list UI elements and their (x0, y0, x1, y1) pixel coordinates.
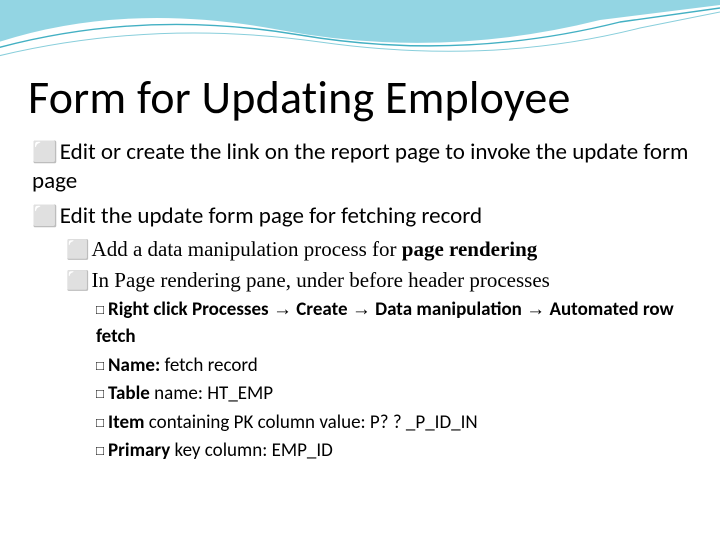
bullet-level3: □Primary key column: EMP_ID (96, 438, 692, 465)
bullet-level1: ⬜Edit or create the link on the report p… (32, 138, 692, 196)
bullet-text: Add a data manipulation process for (92, 237, 402, 261)
bullet-level2: ⬜In Page rendering pane, under before he… (66, 267, 692, 295)
bullet-level3: □Item containing PK column value: P? ? _… (96, 410, 692, 437)
small-square-bullet-icon: □ (96, 442, 104, 461)
small-square-bullet-icon: □ (96, 301, 104, 320)
small-square-bullet-icon: □ (96, 414, 104, 433)
square-bullet-icon: ⬜ (32, 140, 58, 166)
bold-text: page rendering (402, 237, 538, 261)
slide-content: Form for Updating Employee ⬜Edit or crea… (28, 70, 692, 467)
bullet-text: name: HT_EMP (154, 382, 273, 405)
small-square-bullet-icon: □ (96, 357, 104, 376)
bullet-text: Create (292, 298, 352, 321)
square-bullet-icon: ⬜ (66, 239, 90, 264)
bullet-text: Item (108, 411, 149, 434)
arrow-icon: → (352, 299, 371, 320)
bullet-text: fetch record (165, 354, 258, 377)
bullet-text: Table (108, 382, 154, 405)
arrow-icon: → (526, 299, 545, 320)
bullet-text: Data manipulation (371, 298, 526, 321)
arrow-icon: → (273, 299, 292, 320)
square-bullet-icon: ⬜ (66, 270, 90, 295)
small-square-bullet-icon: □ (96, 385, 104, 404)
bullet-text: key column: EMP_ID (175, 439, 333, 462)
bullet-level1: ⬜Edit the update form page for fetching … (32, 202, 692, 231)
bullet-text: Edit the update form page for fetching r… (60, 202, 482, 230)
bullet-text: Right click Processes (108, 298, 273, 321)
bullet-level3: □Right click Processes → Create → Data m… (96, 297, 692, 350)
square-bullet-icon: ⬜ (32, 204, 58, 230)
bullet-level3: □Table name: HT_EMP (96, 381, 692, 408)
bullet-text: Name: (108, 354, 164, 377)
bullet-text: containing PK column value: P? ? _P_ID_I… (149, 411, 478, 434)
bullet-level3: □Name: fetch record (96, 353, 692, 380)
bullet-level2: ⬜Add a data manipulation process for pag… (66, 236, 692, 264)
bullet-text: In Page rendering pane, under before hea… (92, 268, 550, 292)
bullet-text: Primary (108, 439, 175, 462)
slide-title: Form for Updating Employee (28, 70, 692, 126)
bullet-text: Edit or create the link on the report pa… (32, 138, 688, 195)
